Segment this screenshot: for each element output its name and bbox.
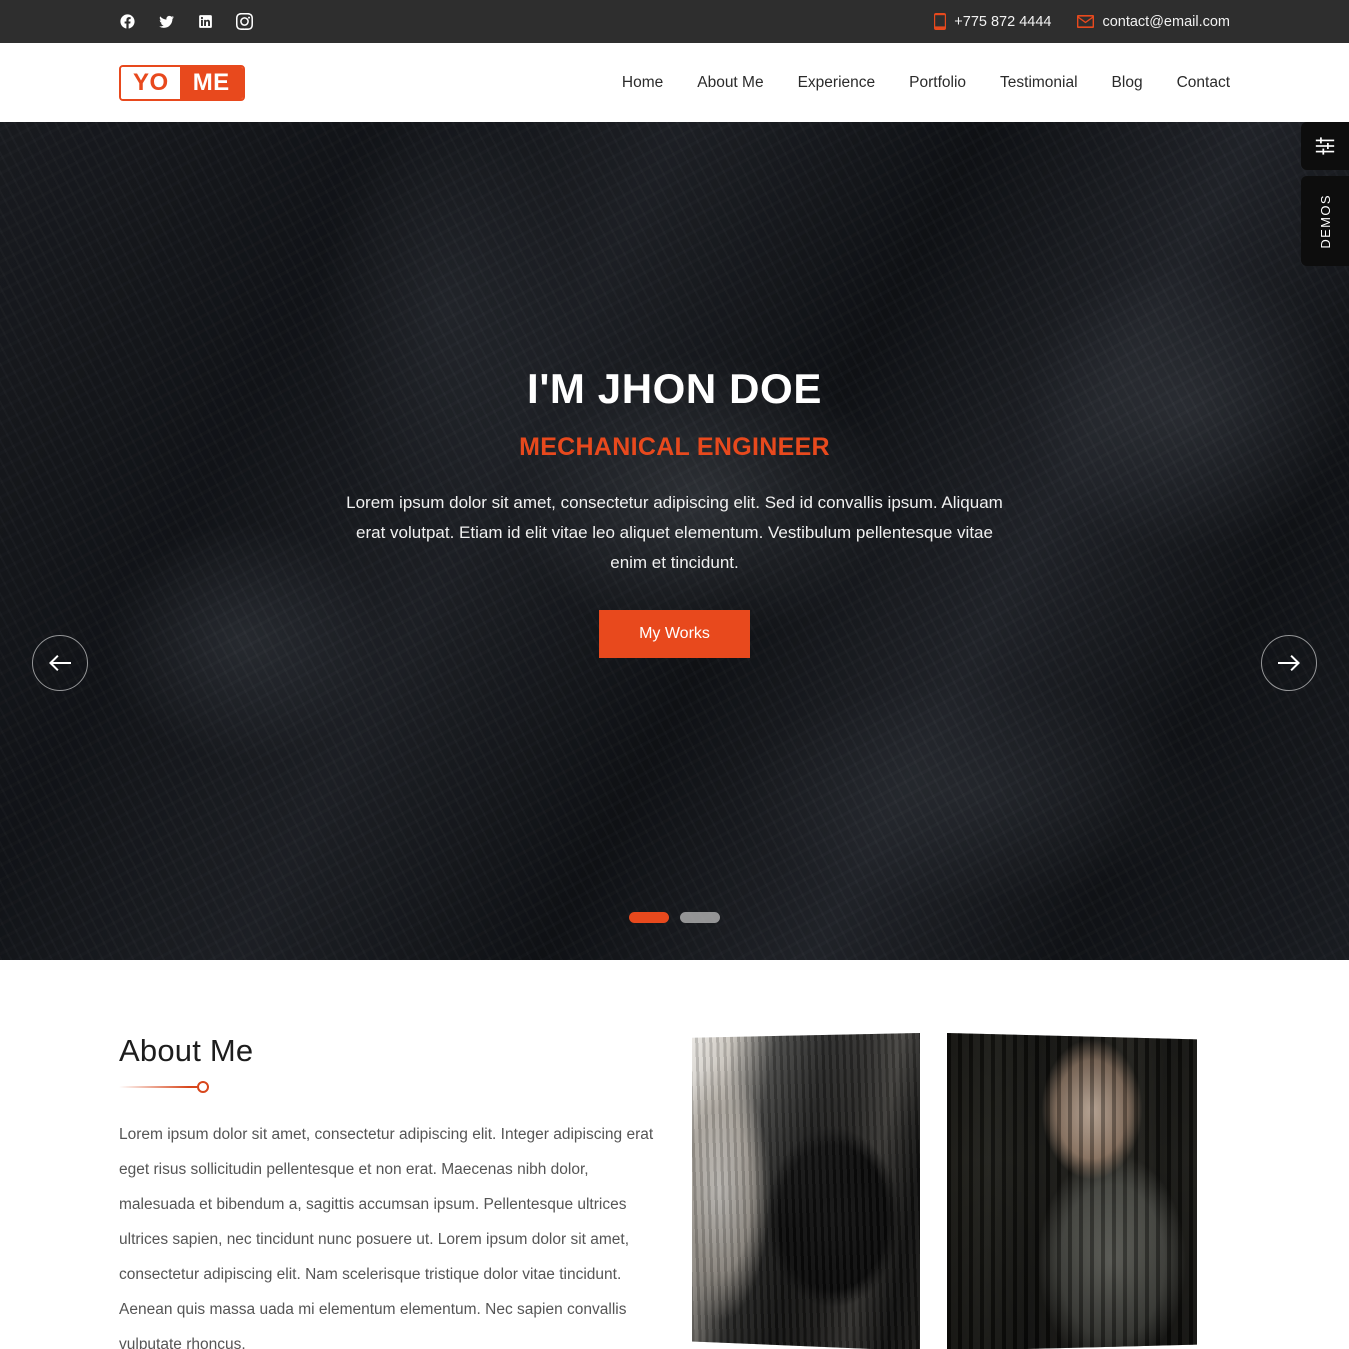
envelope-icon <box>1077 15 1095 28</box>
twitter-icon[interactable] <box>158 13 175 30</box>
site-header: YO ME Home About Me Experience Portfolio… <box>0 43 1349 122</box>
instagram-icon[interactable] <box>236 13 253 30</box>
about-image-column <box>692 1033 1230 1349</box>
carousel-next-button[interactable] <box>1261 635 1317 691</box>
nav-item-portfolio[interactable]: Portfolio <box>892 74 983 92</box>
nav-item-home[interactable]: Home <box>605 74 680 92</box>
email-contact[interactable]: contact@email.com <box>1077 14 1230 30</box>
nav-item-experience[interactable]: Experience <box>781 74 893 92</box>
about-text-column: About Me Lorem ipsum dolor sit amet, con… <box>119 1033 662 1349</box>
nav-item-about-me[interactable]: About Me <box>680 74 780 92</box>
settings-toggle-button[interactable] <box>1301 122 1349 170</box>
social-links <box>119 13 253 30</box>
phone-contact[interactable]: +775 872 4444 <box>934 13 1051 30</box>
nav-item-testimonial[interactable]: Testimonial <box>983 74 1095 92</box>
topbar-contact-group: +775 872 4444 contact@email.com <box>934 13 1230 30</box>
phone-icon <box>934 13 947 30</box>
motorcycle-engine-photo <box>692 1033 920 1349</box>
about-heading-underline <box>119 1081 209 1093</box>
demos-tab-label: DEMOS <box>1317 193 1333 249</box>
phone-number: +775 872 4444 <box>954 13 1052 30</box>
logo-text-yo: YO <box>121 66 180 99</box>
carousel-dots <box>0 912 1349 923</box>
hero-subtitle: MECHANICAL ENGINEER <box>519 432 830 461</box>
about-body-text: Lorem ipsum dolor sit amet, consectetur … <box>119 1126 654 1349</box>
hero-title: I'M JHON DOE <box>527 364 822 412</box>
sliders-icon <box>1315 137 1335 155</box>
nav-item-contact[interactable]: Contact <box>1160 74 1230 92</box>
carousel-prev-button[interactable] <box>32 635 88 691</box>
hero-description: Lorem ipsum dolor sit amet, consectetur … <box>346 492 1003 572</box>
carousel-dot-1[interactable] <box>629 912 669 923</box>
logo-text-me: ME <box>179 66 243 99</box>
hero-content: I'M JHON DOE MECHANICAL ENGINEER Lorem i… <box>0 122 1349 960</box>
hero-slider: I'M JHON DOE MECHANICAL ENGINEER Lorem i… <box>0 122 1349 960</box>
carousel-dot-2[interactable] <box>680 912 720 923</box>
linkedin-icon[interactable] <box>197 13 214 30</box>
arrow-left-icon <box>49 655 71 671</box>
underline-bar <box>119 1086 201 1088</box>
mechanic-at-work-photo <box>947 1033 1197 1349</box>
side-tab-group: DEMOS <box>1301 122 1349 266</box>
top-bar: +775 872 4444 contact@email.com <box>0 0 1349 43</box>
about-heading: About Me <box>119 1033 254 1068</box>
site-logo[interactable]: YO ME <box>119 64 245 101</box>
main-navigation: Home About Me Experience Portfolio Testi… <box>605 74 1230 92</box>
arrow-right-icon <box>1278 655 1300 671</box>
my-works-button[interactable]: My Works <box>599 609 750 658</box>
email-address: contact@email.com <box>1102 13 1230 30</box>
demos-tab-button[interactable]: DEMOS <box>1301 176 1349 266</box>
about-section: About Me Lorem ipsum dolor sit amet, con… <box>0 960 1349 1349</box>
underline-knob-icon <box>197 1081 209 1093</box>
nav-item-blog[interactable]: Blog <box>1095 74 1160 92</box>
facebook-icon[interactable] <box>119 13 136 30</box>
